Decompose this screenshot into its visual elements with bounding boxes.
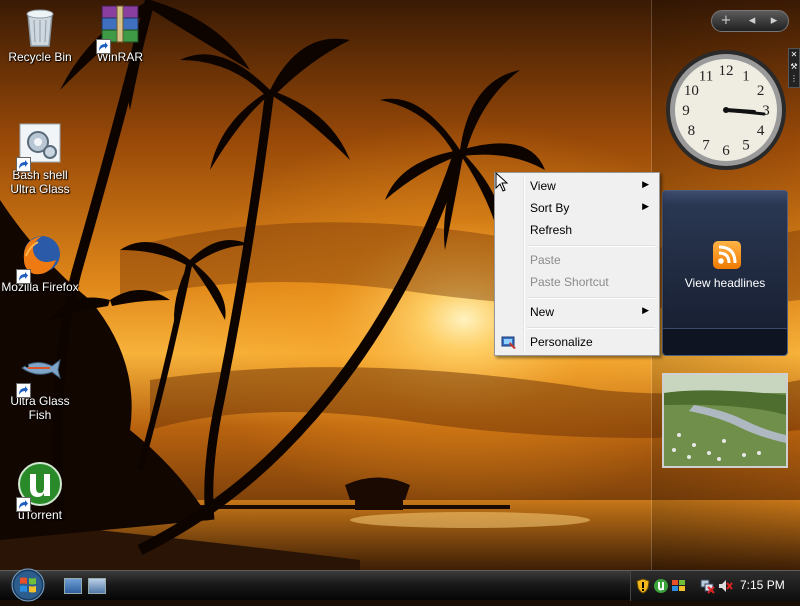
- desktop-icon-utorrent[interactable]: uTorrent: [0, 460, 80, 522]
- mouse-cursor-icon: [495, 171, 509, 195]
- analog-clock: 12 12 3 45678 9 1011: [666, 50, 786, 170]
- sidebar-controls: + ◂ ▸: [711, 10, 789, 32]
- menu-item-label: Sort By: [530, 201, 570, 215]
- shortcut-arrow-icon: [16, 269, 31, 284]
- desktop-icon-ultra-glass-fish[interactable]: Ultra Glass Fish: [0, 346, 80, 422]
- desktop-icon-recycle-bin[interactable]: Recycle Bin: [0, 2, 80, 64]
- menu-item-sort-by[interactable]: Sort By ▶: [497, 197, 657, 219]
- close-icon[interactable]: ✕: [789, 49, 799, 61]
- taskbar-clock[interactable]: 7:15 PM: [740, 578, 785, 592]
- menu-item-label: Personalize: [530, 335, 593, 349]
- submenu-arrow-icon: ▶: [642, 305, 649, 315]
- recycle-bin-icon: [16, 2, 64, 50]
- security-shield-icon[interactable]: [635, 578, 651, 594]
- view-headlines-label[interactable]: View headlines: [663, 276, 787, 290]
- menu-item-personalize[interactable]: Personalize: [497, 331, 657, 353]
- clock-numeral: 6: [722, 143, 730, 159]
- clock-numeral: 4: [757, 123, 765, 139]
- menu-separator: [527, 297, 655, 299]
- network-disconnected-icon[interactable]: [699, 578, 715, 594]
- desktop-icon-label: WinRAR: [96, 50, 143, 64]
- desktop-icon-label: Bash shell Ultra Glass: [10, 168, 70, 196]
- desktop-icon-label: uTorrent: [17, 508, 63, 522]
- menu-separator: [527, 245, 655, 247]
- add-gadget-button[interactable]: +: [714, 13, 738, 29]
- desktop-icon-winrar[interactable]: WinRAR: [80, 2, 160, 64]
- gear-icon: [16, 120, 64, 172]
- clock-numeral: 10: [684, 83, 699, 99]
- menu-item-label: View: [530, 179, 556, 193]
- taskbar: 7:15 PM: [0, 567, 800, 603]
- menu-item-label: Paste Shortcut: [530, 275, 609, 289]
- desktop-icon-bash-shell[interactable]: Bash shell Ultra Glass: [0, 120, 80, 196]
- clock-numeral: 9: [682, 103, 690, 119]
- firefox-icon: [16, 232, 64, 284]
- gadget-footer: [663, 328, 787, 355]
- fish-icon: [16, 346, 64, 398]
- gadget-toolbar: ✕ ⚒ ⋮: [788, 48, 800, 88]
- menu-item-label: New: [530, 305, 555, 319]
- personalize-icon: [501, 334, 517, 353]
- feed-headlines-gadget[interactable]: View headlines: [662, 190, 788, 356]
- gadget-header: [663, 191, 787, 205]
- shortcut-arrow-icon: [16, 383, 31, 398]
- next-page-button[interactable]: ▸: [762, 13, 786, 29]
- start-button[interactable]: [8, 567, 48, 603]
- utorrent-icon: [16, 460, 64, 512]
- windows-tray-icon[interactable]: [671, 578, 687, 594]
- utorrent-tray-icon[interactable]: [653, 578, 669, 594]
- menu-item-new[interactable]: New ▶: [497, 301, 657, 323]
- clock-numeral: 2: [757, 83, 765, 99]
- desktop[interactable]: Recycle Bin WinRAR Bash shell Ultra Glas…: [0, 0, 800, 570]
- submenu-arrow-icon: ▶: [642, 179, 649, 189]
- menu-item-view[interactable]: View ▶: [497, 175, 657, 197]
- desktop-icon-label: Mozilla Firefox: [1, 280, 79, 294]
- previous-page-button[interactable]: ◂: [740, 13, 764, 29]
- clock-numeral: 5: [742, 138, 750, 154]
- rss-icon: [713, 241, 741, 269]
- desktop-context-menu: View ▶ Sort By ▶ Refresh Paste Paste Sho…: [494, 172, 660, 356]
- clock-numeral: 7: [702, 138, 710, 154]
- clock-numeral: 12: [719, 63, 734, 79]
- wrench-icon[interactable]: ⚒: [789, 61, 799, 73]
- clock-numeral: 8: [688, 123, 696, 139]
- desktop-icon-mozilla-firefox[interactable]: Mozilla Firefox: [0, 232, 80, 294]
- windows-logo-icon: [11, 568, 45, 602]
- shortcut-arrow-icon: [96, 39, 111, 54]
- clock-numeral: 3: [762, 103, 770, 119]
- menu-item-paste-shortcut: Paste Shortcut: [497, 271, 657, 293]
- menu-item-label: Paste: [530, 253, 561, 267]
- desktop-icon-label: Ultra Glass Fish: [10, 394, 70, 422]
- shortcut-arrow-icon: [16, 497, 31, 512]
- volume-muted-icon[interactable]: [717, 578, 733, 594]
- clock-numeral: 11: [699, 68, 713, 84]
- slideshow-gadget[interactable]: [662, 373, 788, 468]
- menu-item-refresh[interactable]: Refresh: [497, 219, 657, 241]
- shortcut-arrow-icon: [16, 157, 31, 172]
- menu-item-label: Refresh: [530, 223, 573, 237]
- desktop-icon-label: Recycle Bin: [8, 50, 72, 64]
- submenu-arrow-icon: ▶: [642, 201, 649, 211]
- winrar-icon: [96, 2, 144, 54]
- drag-handle-icon[interactable]: ⋮: [789, 73, 799, 85]
- clock-numeral: 1: [742, 68, 750, 84]
- menu-item-paste: Paste: [497, 249, 657, 271]
- clock-gadget[interactable]: 12 1 2 3 4 5 6 7 8 9 10 11: [664, 48, 788, 172]
- show-desktop-icon[interactable]: [64, 578, 82, 594]
- slideshow-image: [664, 375, 786, 466]
- switch-windows-icon[interactable]: [88, 578, 106, 594]
- menu-separator: [527, 327, 655, 329]
